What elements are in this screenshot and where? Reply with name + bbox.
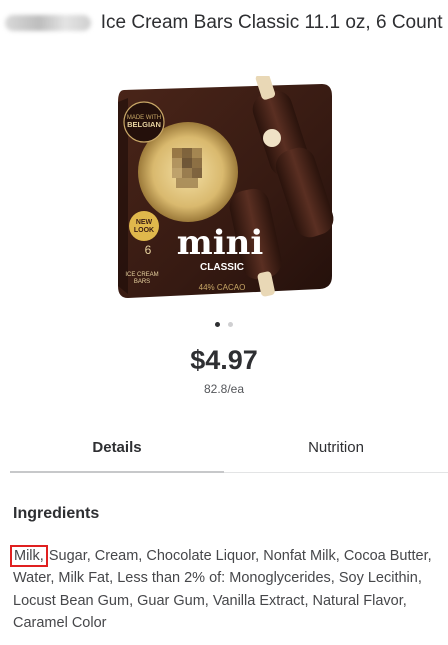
carousel-dot[interactable] <box>228 322 234 327</box>
carousel-dots[interactable] <box>0 320 448 327</box>
tab-nutrition[interactable]: Nutrition <box>224 430 448 472</box>
product-image[interactable]: MADE WITH BELGIAN NEW LOOK 6 ICE CREAM B… <box>110 72 342 308</box>
svg-text:6: 6 <box>145 243 152 257</box>
tab-divider <box>224 472 448 473</box>
highlighted-ingredient: Milk, <box>10 545 48 567</box>
svg-text:LOOK: LOOK <box>134 227 154 234</box>
product-title-block: Ice Cream Bars Classic 11.1 oz, 6 Count <box>0 10 448 35</box>
product-title: Ice Cream Bars Classic 11.1 oz, 6 Count <box>100 12 443 33</box>
svg-text:BARS: BARS <box>134 279 150 285</box>
svg-text:ICE CREAM: ICE CREAM <box>125 272 158 278</box>
ice-cream-box-illustration: MADE WITH BELGIAN NEW LOOK 6 ICE CREAM B… <box>118 72 334 298</box>
svg-text:CLASSIC: CLASSIC <box>200 262 244 273</box>
price: $4.97 <box>190 345 258 375</box>
svg-text:44% CACAO: 44% CACAO <box>199 283 246 292</box>
svg-text:mini: mini <box>177 223 264 263</box>
ingredients-text: Milk, Sugar, Cream, Chocolate Liquor, No… <box>10 545 438 634</box>
ingredients-list: Sugar, Cream, Chocolate Liquor, Nonfat M… <box>13 548 432 631</box>
unit-price: 82.8/ea <box>203 382 245 396</box>
svg-text:BELGIAN: BELGIAN <box>127 120 161 129</box>
svg-text:NEW: NEW <box>136 219 153 226</box>
tab-details[interactable]: Details <box>10 430 224 472</box>
tab-bar: Details Nutrition <box>10 430 448 474</box>
carousel-dot-active[interactable] <box>214 322 220 327</box>
ingredients-heading: Ingredients <box>13 505 100 522</box>
tab-selected-underline <box>10 471 224 473</box>
blurred-brand-name <box>5 14 92 31</box>
